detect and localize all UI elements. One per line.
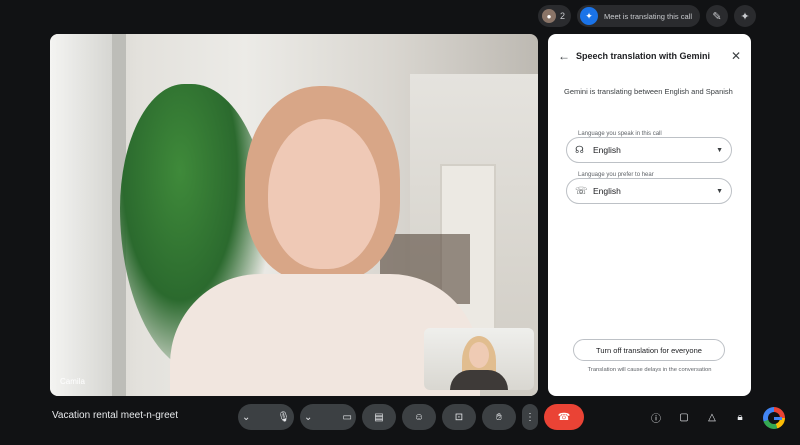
gemini-icon[interactable]: ✦ xyxy=(734,5,756,27)
hear-language-select[interactable]: ☏ English ▼ xyxy=(566,178,732,204)
translation-status-text: Meet is translating this call xyxy=(604,11,692,21)
speak-icon: ☊ xyxy=(575,144,584,156)
self-body xyxy=(450,370,508,390)
background-window xyxy=(50,34,112,396)
visual-effects-icon[interactable]: ✎ xyxy=(706,5,728,27)
speak-language-select[interactable]: ☊ English ▼ xyxy=(566,137,732,163)
participants-count: 2 xyxy=(560,11,566,21)
more-options-icon[interactable]: ⋮ xyxy=(522,404,538,430)
speech-translation-panel: ← Speech translation with Gemini ✕ Gemin… xyxy=(548,34,751,396)
present-icon[interactable]: ⊡ xyxy=(442,404,476,430)
hear-language-value: English xyxy=(593,186,621,196)
google-logo-bar xyxy=(774,416,782,420)
mic-control-group: ⌄ 🎙︎ xyxy=(238,404,294,430)
camera-control-group: ⌄ ▭ xyxy=(300,404,356,430)
self-face xyxy=(469,342,489,368)
camera-options-icon[interactable]: ⌄ xyxy=(304,412,312,423)
chevron-down-icon: ▼ xyxy=(716,146,723,154)
meeting-title: Vacation rental meet-n-greet xyxy=(52,410,178,421)
call-controls: ⌄ 🎙︎ ⌄ ▭ ▤ ☺ ⊡ ✋︎ ⋮ ☎ xyxy=(238,404,584,430)
raise-hand-icon[interactable]: ✋︎ xyxy=(482,404,516,430)
back-arrow-icon[interactable]: ← xyxy=(558,49,574,63)
end-call-button[interactable]: ☎ xyxy=(544,404,584,430)
participants-pill[interactable]: ● 2 xyxy=(538,5,572,27)
chat-icon[interactable]: ▢ xyxy=(676,409,692,425)
meeting-info-icon[interactable]: ⓘ xyxy=(648,409,664,425)
mic-icon[interactable]: 🎙︎ xyxy=(277,412,290,423)
emoji-icon[interactable]: ☺ xyxy=(402,404,436,430)
panel-title: Speech translation with Gemini xyxy=(576,51,711,61)
captions-icon[interactable]: ▤ xyxy=(362,404,396,430)
panel-header: ← Speech translation with Gemini ✕ xyxy=(558,48,741,64)
translation-delay-note: Translation will cause delays in the con… xyxy=(587,367,712,373)
speak-language-value: English xyxy=(593,145,621,155)
top-bar: ● 2 ✦ Meet is translating this call ✎ ✦ xyxy=(538,4,756,28)
turn-off-translation-button[interactable]: Turn off translation for everyone xyxy=(573,339,725,361)
right-controls: ⓘ ▢ △ 🔒︎ xyxy=(648,409,748,425)
camera-icon[interactable]: ▭ xyxy=(343,412,352,423)
mic-options-icon[interactable]: ⌄ xyxy=(242,412,250,423)
close-icon[interactable]: ✕ xyxy=(731,49,741,63)
google-logo xyxy=(763,407,785,429)
participant-face xyxy=(268,119,380,269)
translate-status-icon: ✦ xyxy=(580,7,599,25)
host-controls-icon[interactable]: 🔒︎ xyxy=(732,409,748,425)
hear-icon: ☏ xyxy=(575,185,588,197)
panel-description: Gemini is translating between English an… xyxy=(564,87,733,96)
activities-icon[interactable]: △ xyxy=(704,409,720,425)
participant-avatar: ● xyxy=(542,9,557,23)
chevron-down-icon: ▼ xyxy=(716,187,723,195)
participant-name-label: Camila xyxy=(60,377,85,386)
translation-status-pill[interactable]: ✦ Meet is translating this call xyxy=(577,5,700,27)
self-view-tile[interactable] xyxy=(424,328,534,390)
